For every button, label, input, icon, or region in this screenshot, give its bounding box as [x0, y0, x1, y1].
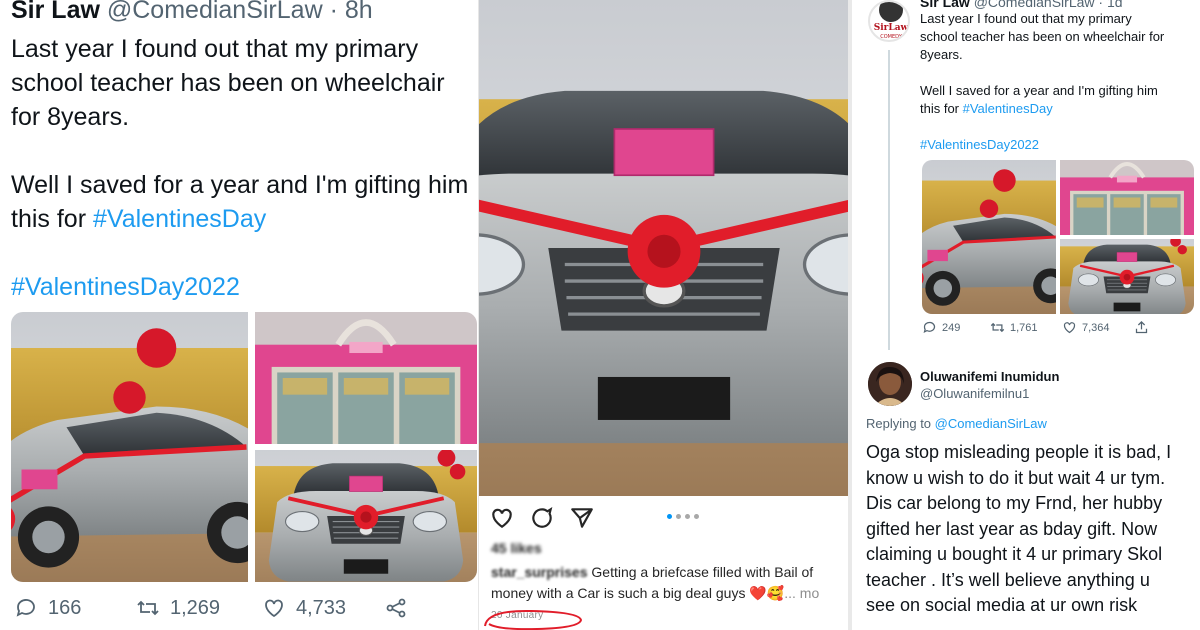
likes-count[interactable]: 45 likes — [491, 540, 542, 556]
reply-author-name[interactable]: Oluwanifemi Inumidun — [920, 369, 1059, 384]
tweet-line: this for #ValentinesDay — [920, 100, 1198, 118]
tweet-photo-car-side[interactable] — [922, 160, 1056, 314]
replying-handle-link[interactable]: @ComedianSirLaw — [935, 416, 1047, 431]
heart-icon — [1063, 322, 1076, 334]
tweet-action-bar: 249 1,761 7,364 — [922, 320, 1192, 340]
hashtag-link[interactable]: #ValentinesDay2022 — [920, 136, 1198, 154]
instagram-post-panel: 45 likes star_surprises Getting a briefc… — [478, 0, 848, 630]
reply-button[interactable]: 249 — [922, 320, 960, 335]
tweet-header: Sir Law @ComedianSirLaw · 1d — [920, 0, 1123, 10]
tweet-line-text: this for — [11, 205, 93, 233]
reply-line: claiming u bought it 4 ur primary Skol — [866, 544, 1163, 564]
reply-button[interactable]: 166 — [14, 596, 81, 620]
retweet-icon — [990, 322, 1005, 333]
tweet-photo-car-front[interactable] — [255, 450, 477, 582]
tweet-line: for 8years. — [11, 103, 130, 131]
reply-count: 166 — [48, 596, 82, 619]
tweet-line: 8years. — [920, 47, 963, 62]
more-link[interactable]: ... mo — [784, 585, 819, 601]
heart-icon[interactable] — [489, 505, 515, 531]
reply-line: teacher . It’s well believe anything u — [866, 569, 1150, 590]
avatar-logo-text: SirLaw — [874, 23, 909, 33]
author-handle[interactable]: @ComedianSirLaw — [107, 0, 323, 24]
tweet-screenshot-panel: Sir Law @ComedianSirLaw · 8h Last year I… — [0, 0, 478, 630]
avatar[interactable]: SirLaw COMEDY — [868, 0, 910, 42]
tweet-photo-car-side[interactable] — [11, 312, 248, 582]
tweet-line: Well I saved for a year and I'm gifting … — [920, 83, 1158, 98]
reply-author-handle[interactable]: @Oluwanifemilnu1 — [920, 386, 1059, 401]
hashtag-link[interactable]: #ValentinesDay — [963, 101, 1053, 116]
like-count: 4,733 — [296, 596, 347, 619]
reply-icon — [16, 599, 35, 617]
retweet-icon — [137, 600, 159, 616]
like-button[interactable]: 4,733 — [262, 596, 346, 620]
post-caption: star_surprises Getting a briefcase fille… — [491, 562, 847, 604]
carousel-indicator — [667, 514, 699, 519]
tweet-time[interactable]: 8h — [345, 0, 373, 24]
comment-icon[interactable] — [529, 505, 555, 531]
share-button[interactable] — [384, 596, 408, 620]
author-handle[interactable]: @ComedianSirLaw · 1d — [974, 0, 1123, 10]
reply-line: see on social media at ur own risk — [866, 595, 1138, 615]
tweet-line-text: this for — [920, 101, 963, 116]
share-icon — [386, 598, 406, 618]
share-icon — [1135, 320, 1148, 334]
send-icon[interactable] — [569, 505, 595, 531]
tweet-text: Last year I found out that my primary sc… — [11, 32, 478, 304]
tweet-photo-briefcase[interactable] — [1060, 160, 1194, 235]
reply-header: Oluwanifemi Inumidun @Oluwanifemilnu1 — [920, 369, 1059, 401]
reply-count: 249 — [942, 321, 961, 334]
reply-text: Oga stop misleading people it is bad, I … — [866, 440, 1200, 619]
replying-to: Replying to @ComedianSirLaw — [866, 416, 1047, 431]
tweet-header: Sir Law @ComedianSirLaw · 8h — [11, 0, 373, 25]
tweet-photo-briefcase[interactable] — [255, 312, 477, 444]
avatar-logo-subtext: COMEDY — [880, 34, 902, 40]
tweet-text: Last year I found out that my primary sc… — [920, 10, 1198, 154]
red-circle-annotation — [484, 609, 583, 630]
tweet-line: school teacher has been on wheelchair fo… — [920, 29, 1165, 44]
hashtag-link[interactable]: #ValentinesDay2022 — [11, 270, 478, 304]
tweet-line: this for #ValentinesDay — [11, 202, 478, 236]
separator: · — [329, 0, 338, 24]
retweet-count: 1,269 — [170, 596, 221, 619]
retweet-count: 1,761 — [1010, 321, 1038, 334]
retweet-button[interactable]: 1,269 — [136, 596, 220, 620]
tweet-line: Well I saved for a year and I'm gifting … — [11, 171, 469, 199]
reply-icon — [923, 321, 936, 334]
reply-line: Oga stop misleading people it is bad, I — [866, 442, 1172, 462]
tweet-line: school teacher has been on wheelchair — [11, 69, 445, 97]
tweet-thread-panel: SirLaw COMEDY Sir Law @ComedianSirLaw · … — [848, 0, 1200, 630]
tweet-line: Last year I found out that my primary — [920, 11, 1132, 26]
thread-line — [888, 50, 890, 350]
retweet-button[interactable]: 1,761 — [990, 320, 1038, 335]
avatar[interactable] — [868, 362, 912, 406]
tweet-action-bar: 166 1,269 4,733 — [14, 596, 474, 630]
reply-line: gifted her last year as bday gift. Now — [866, 518, 1158, 539]
tweet-line: Last year I found out that my primary — [11, 35, 419, 63]
like-count: 7,364 — [1082, 321, 1110, 334]
author-name[interactable]: Sir Law — [11, 0, 100, 24]
reply-line: know u wish to do it but wait 4 ur tym. — [866, 467, 1166, 488]
instagram-action-bar — [489, 505, 839, 535]
post-username[interactable]: star_surprises — [491, 564, 588, 580]
instagram-photo-car-front[interactable] — [479, 0, 848, 496]
tweet-photo-car-front[interactable] — [1060, 239, 1194, 314]
like-button[interactable]: 7,364 — [1062, 320, 1110, 335]
replying-label: Replying to — [866, 416, 935, 431]
author-name[interactable]: Sir Law — [920, 0, 970, 10]
share-button[interactable] — [1134, 320, 1149, 335]
hashtag-link[interactable]: #ValentinesDay — [93, 205, 266, 233]
reply-line: Dis car belong to my Frnd, her hubby — [866, 493, 1163, 513]
heart-icon — [265, 599, 283, 618]
